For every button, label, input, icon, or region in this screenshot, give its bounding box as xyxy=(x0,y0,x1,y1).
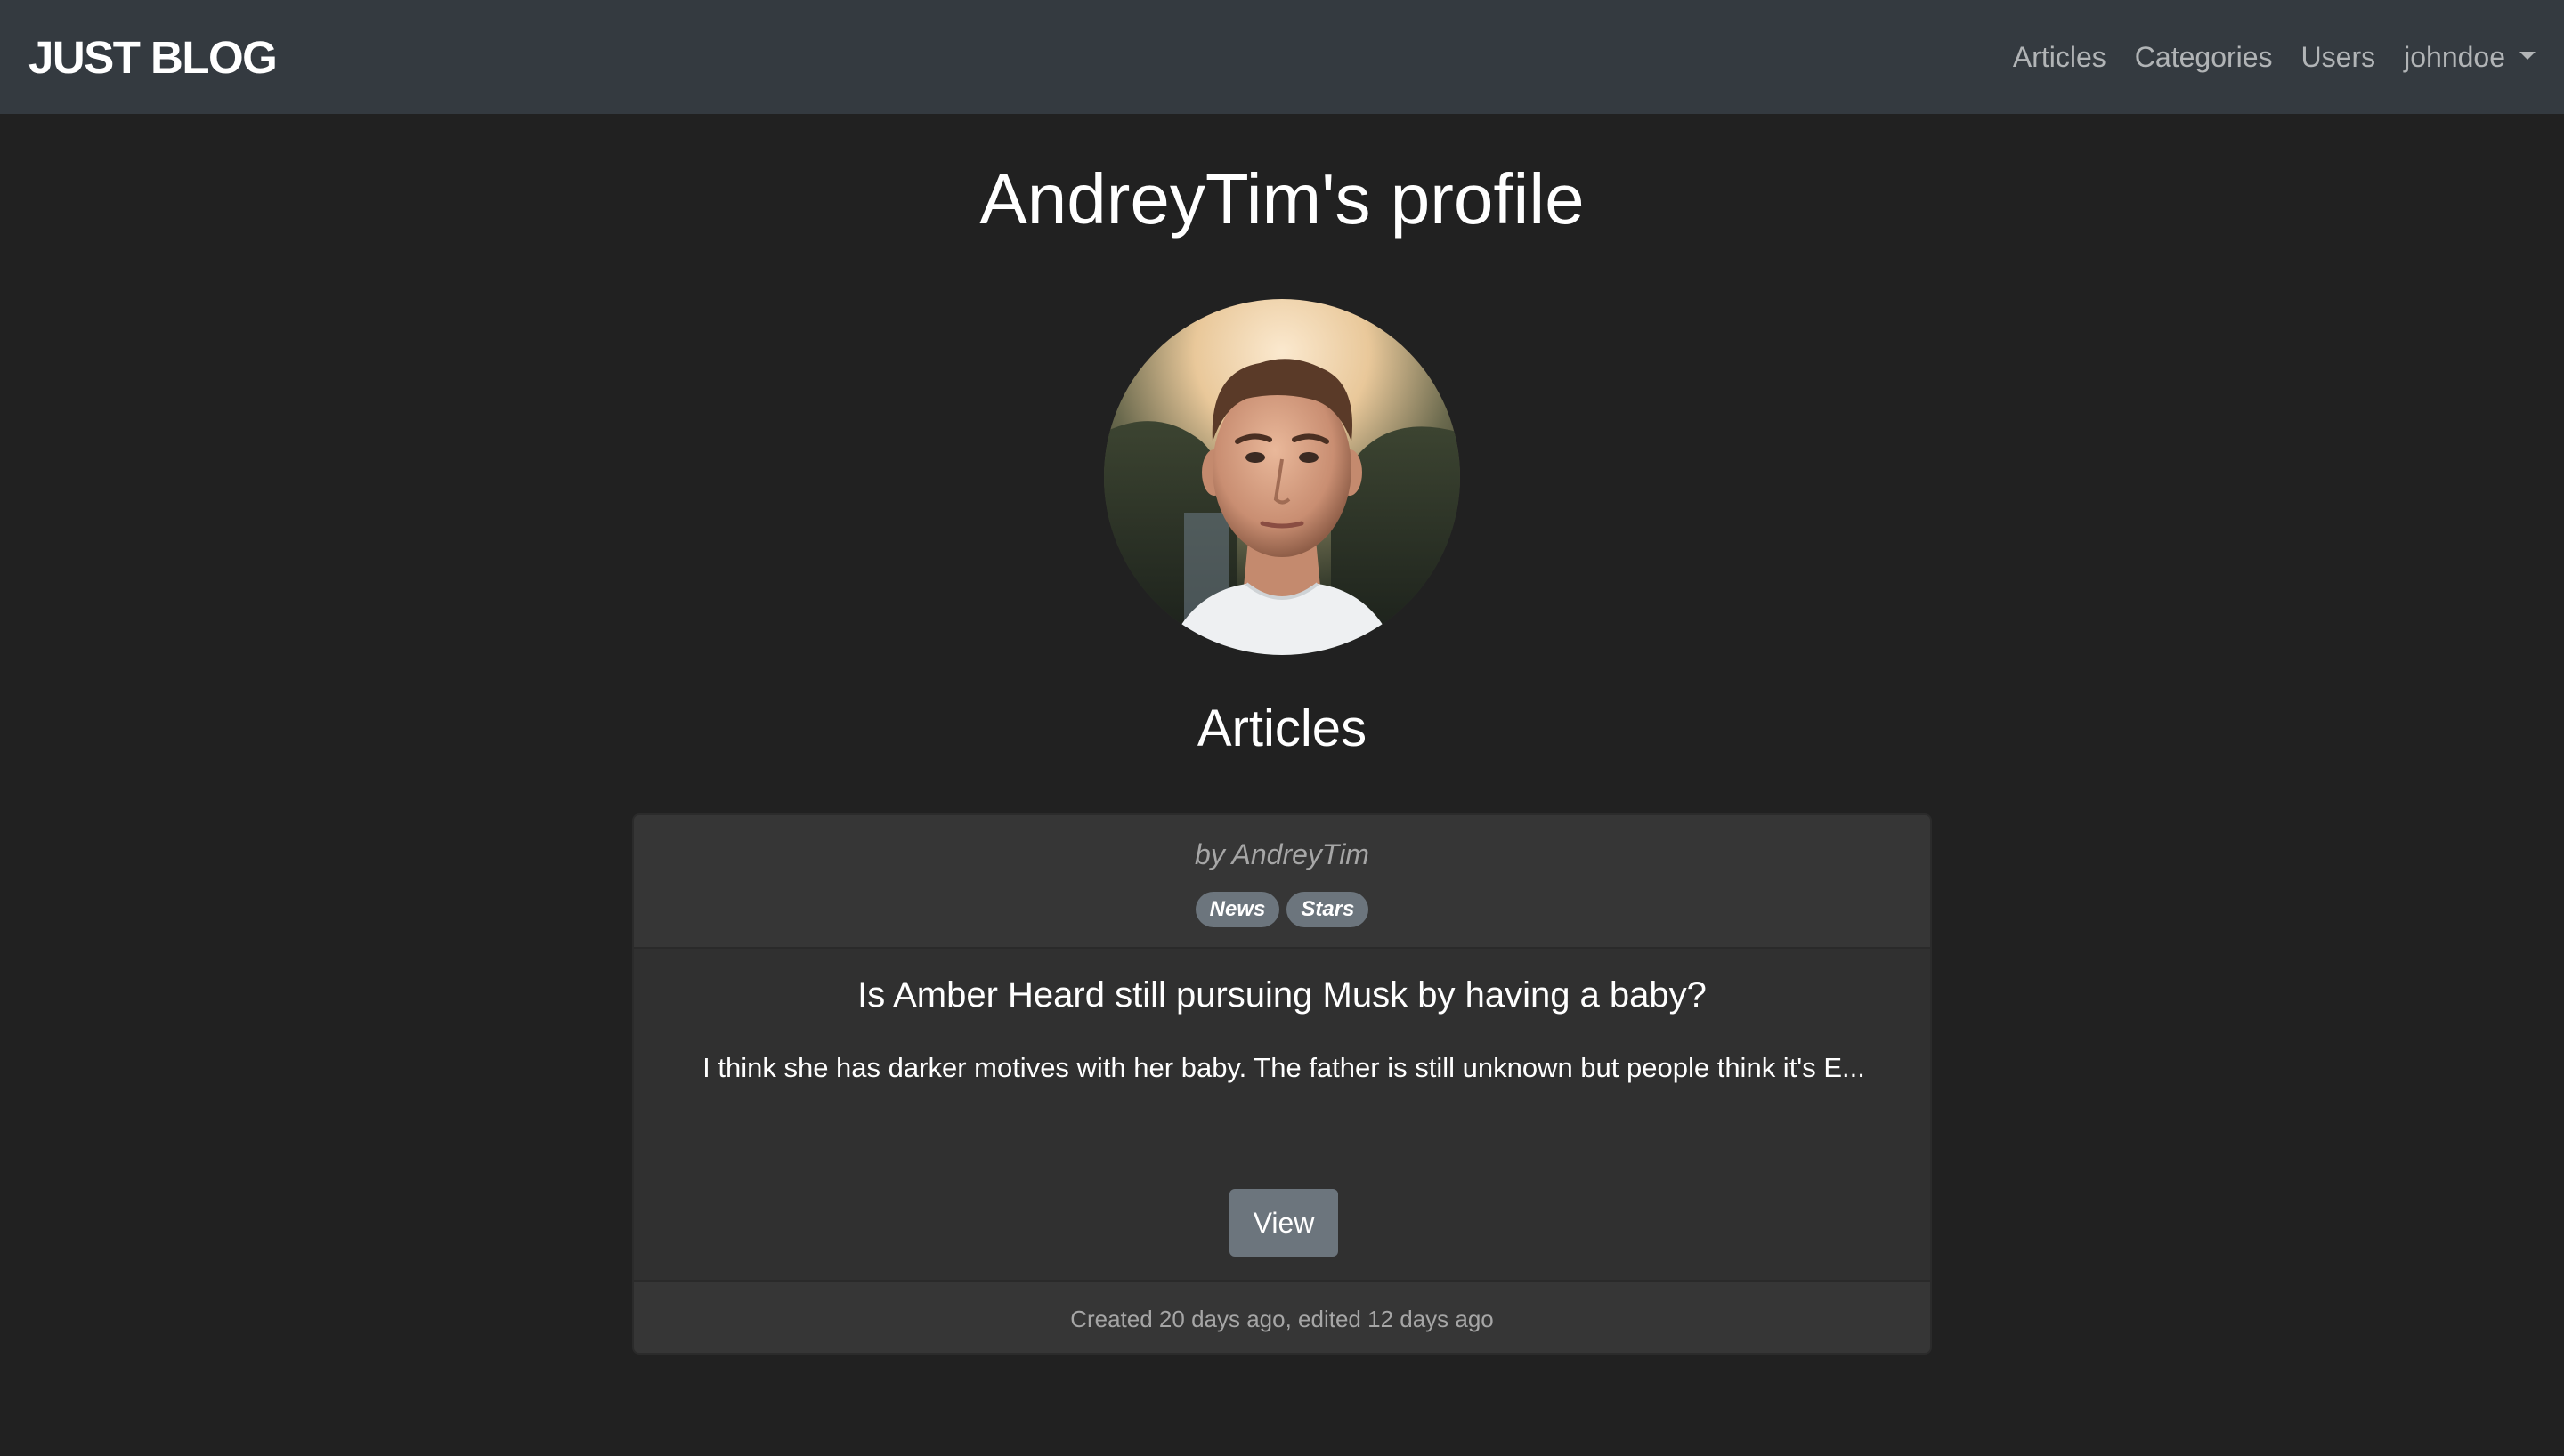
card-header: by AndreyTim News Stars xyxy=(634,815,1930,949)
chevron-down-icon xyxy=(2519,51,2536,60)
card-footer: Created 20 days ago, edited 12 days ago xyxy=(634,1280,1930,1353)
tag-badge-stars[interactable]: Stars xyxy=(1286,892,1369,927)
view-article-button[interactable]: View xyxy=(1229,1189,1338,1257)
tag-list: News Stars xyxy=(634,892,1930,927)
card-body: Is Amber Heard still pursuing Musk by ha… xyxy=(634,949,1930,1280)
user-menu-label: johndoe xyxy=(2404,40,2505,73)
nav-link-categories[interactable]: Categories xyxy=(2135,41,2273,74)
profile-photo xyxy=(1104,299,1460,655)
article-title: Is Amber Heard still pursuing Musk by ha… xyxy=(857,975,1707,1015)
nav-links: Articles Categories Users johndoe xyxy=(1984,0,2536,114)
nav-link-users[interactable]: Users xyxy=(2301,41,2376,74)
top-navbar: JUST BLOG Articles Categories Users john… xyxy=(0,0,2564,114)
brand-logo[interactable]: JUST BLOG xyxy=(28,31,278,84)
avatar xyxy=(1104,299,1460,655)
tag-badge-news[interactable]: News xyxy=(1195,892,1280,927)
articles-heading: Articles xyxy=(1197,700,1367,757)
article-card: by AndreyTim News Stars Is Amber Heard s… xyxy=(632,813,1932,1355)
nav-link-articles[interactable]: Articles xyxy=(2013,41,2106,74)
user-menu-dropdown[interactable]: johndoe xyxy=(2404,41,2536,74)
article-timestamps: Created 20 days ago, edited 12 days ago xyxy=(1070,1305,1494,1332)
article-author: by AndreyTim xyxy=(1195,838,1369,870)
main-content: AndreyTim's profile Articles by AndreyTi… xyxy=(0,114,2564,1456)
page-title: AndreyTim's profile xyxy=(979,159,1585,239)
article-excerpt: I think she has darker motives with her … xyxy=(702,1052,1865,1083)
